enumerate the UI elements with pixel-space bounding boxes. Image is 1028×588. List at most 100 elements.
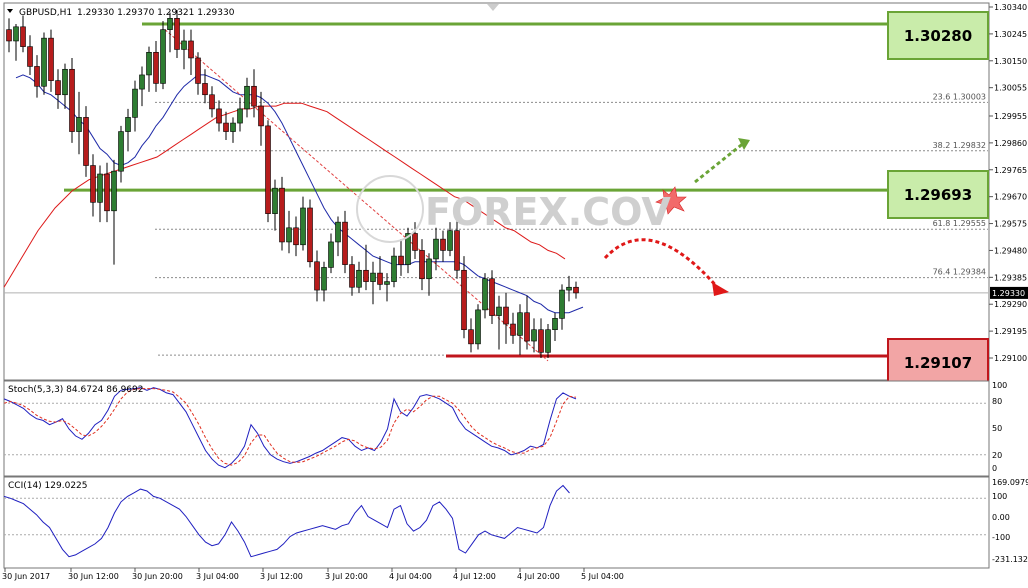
candle-body bbox=[335, 221, 341, 243]
level-label-support: 1.29107 bbox=[904, 354, 972, 372]
candle-body bbox=[356, 269, 362, 288]
cci-label: CCI(14) 129.0225 bbox=[8, 481, 88, 491]
candle-body bbox=[482, 278, 488, 311]
candle bbox=[265, 120, 271, 223]
candle-body bbox=[153, 51, 159, 84]
main-pane[interactable]: 23.6 1.30003 38.2 1.29832 61.8 1.29555 76.4… bbox=[3, 2, 990, 387]
candle-body bbox=[174, 18, 180, 50]
time-tick-label: 30 Jun 20:00 bbox=[132, 572, 183, 581]
candle-body bbox=[27, 46, 33, 67]
cci-tick-label: 100 bbox=[992, 492, 1007, 501]
candle bbox=[307, 199, 313, 268]
candle-body bbox=[573, 286, 579, 294]
candle-body bbox=[13, 26, 19, 42]
candle-body bbox=[6, 29, 12, 42]
candle-body bbox=[349, 264, 355, 288]
candle bbox=[160, 21, 166, 90]
candle-body bbox=[545, 329, 551, 353]
candle-body bbox=[321, 267, 327, 291]
cci-tick-label: 169.0979 bbox=[992, 478, 1028, 487]
time-tick-label: 4 Jul 12:00 bbox=[453, 572, 496, 581]
time-tick-label: 30 Jun 12:00 bbox=[68, 572, 119, 581]
trading-chart[interactable]: 23.6 1.30003 38.2 1.29832 61.8 1.29555 76.4… bbox=[0, 0, 1028, 588]
candle-body bbox=[132, 88, 138, 118]
candle-body bbox=[34, 66, 40, 87]
candle-body bbox=[195, 57, 201, 84]
cci-tick-label: -100 bbox=[992, 533, 1010, 542]
price-tick-label: 1.29765 bbox=[994, 166, 1027, 175]
candle-body bbox=[363, 269, 369, 282]
stoch-tick-label: 20 bbox=[992, 451, 1002, 460]
candle bbox=[279, 176, 285, 251]
candle-body bbox=[160, 29, 166, 84]
candle-body bbox=[139, 74, 145, 90]
price-tick-label: 1.29100 bbox=[994, 354, 1027, 363]
candle-body bbox=[104, 173, 110, 212]
candle-body bbox=[76, 117, 82, 132]
stoch-tick-label: 100 bbox=[992, 381, 1007, 390]
cci-pane[interactable]: CCI(14) 129.0225 bbox=[3, 476, 990, 569]
candle-body bbox=[69, 68, 75, 132]
stoch-tick-label: 0 bbox=[992, 464, 997, 473]
candle-body bbox=[538, 329, 544, 353]
candle-body bbox=[552, 318, 558, 331]
candle-body bbox=[125, 117, 131, 132]
cci-tick-label: 0.00 bbox=[992, 513, 1010, 522]
candle-body bbox=[202, 83, 208, 96]
candle-body bbox=[503, 306, 509, 325]
candle-body bbox=[566, 286, 572, 291]
candle-body bbox=[111, 170, 117, 212]
time-tick-label: 30 Jun 2017 bbox=[2, 572, 50, 581]
cci-tick-label: -231.1324 bbox=[992, 555, 1028, 564]
candle-body bbox=[307, 207, 313, 263]
header-ohlc: 1.29330 1.29370 1.29321 1.29330 bbox=[77, 8, 235, 18]
candle-body bbox=[433, 238, 439, 260]
candle-body bbox=[181, 40, 187, 50]
candle-body bbox=[41, 37, 47, 87]
candle-body bbox=[524, 312, 530, 342]
fib-label: 38.2 1.29832 bbox=[933, 141, 986, 150]
candle-body bbox=[251, 85, 257, 107]
candle-body bbox=[342, 221, 348, 265]
candle-body bbox=[300, 207, 306, 246]
candle-body bbox=[146, 51, 152, 76]
fib-label: 23.6 1.30003 bbox=[933, 92, 986, 101]
price-tick-label: 1.29290 bbox=[994, 300, 1027, 309]
price-tick-label: 1.29575 bbox=[994, 220, 1027, 229]
header-symbol: GBPUSD,H1 bbox=[19, 8, 72, 18]
stoch-pane[interactable]: Stoch(5,3,3) 84.6724 86.9692 bbox=[3, 380, 990, 477]
candle-body bbox=[461, 269, 467, 331]
candle-body bbox=[279, 187, 285, 243]
price-tick-label: 1.30150 bbox=[994, 57, 1027, 66]
candle-body bbox=[216, 108, 222, 124]
candle-body bbox=[265, 125, 271, 214]
candle-body bbox=[55, 80, 61, 96]
candle-body bbox=[83, 117, 89, 166]
candle-body bbox=[62, 68, 68, 96]
candle bbox=[475, 304, 481, 350]
candle-body bbox=[419, 250, 425, 280]
time-tick-label: 4 Jul 04:00 bbox=[389, 572, 432, 581]
candle-body bbox=[272, 187, 278, 214]
time-tick-label: 3 Jul 20:00 bbox=[325, 572, 368, 581]
price-tick-label: 1.29385 bbox=[994, 273, 1027, 282]
candle-body bbox=[412, 233, 418, 251]
time-tick-label: 5 Jul 04:00 bbox=[581, 572, 624, 581]
fib-label: 61.8 1.29555 bbox=[933, 219, 986, 228]
cci-pane-frame bbox=[3, 476, 990, 569]
price-tick-label: 1.30055 bbox=[994, 84, 1027, 93]
candle-body bbox=[188, 40, 194, 59]
candle-body bbox=[468, 329, 474, 345]
current-price-label: 1.29330 bbox=[992, 289, 1025, 298]
candle-body bbox=[454, 230, 460, 271]
level-label-resistance: 1.30280 bbox=[904, 27, 972, 45]
candle-body bbox=[517, 312, 523, 336]
stoch-tick-label: 80 bbox=[992, 397, 1002, 406]
candle-body bbox=[510, 323, 516, 336]
level-label-pivot: 1.29693 bbox=[904, 186, 972, 204]
candle-body bbox=[475, 309, 481, 345]
candle-body bbox=[223, 122, 229, 132]
candle bbox=[69, 57, 75, 143]
candle-body bbox=[20, 26, 26, 47]
candle-body bbox=[384, 281, 390, 285]
